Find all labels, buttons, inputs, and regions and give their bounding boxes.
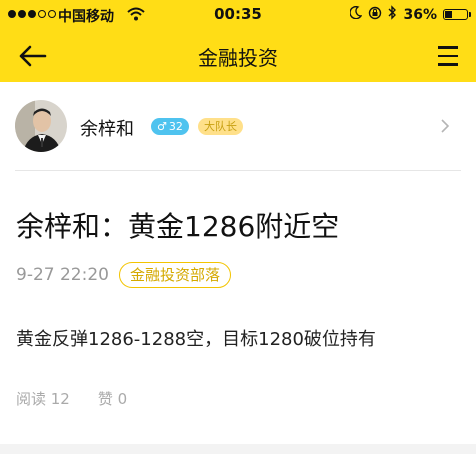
male-symbol-icon: ♂	[157, 120, 167, 133]
battery-percent: 36%	[403, 6, 437, 23]
rank-badge: 大队长	[198, 118, 243, 135]
read-count: 阅读 12	[16, 390, 70, 408]
menu-button[interactable]	[432, 40, 464, 72]
status-bar: 中国移动 00:35 36%	[0, 0, 476, 30]
lock-rotation-icon	[368, 6, 382, 24]
chevron-right-icon[interactable]	[440, 118, 450, 134]
avatar[interactable]	[15, 100, 67, 152]
post-title: 余梓和：黄金1286附近空	[16, 210, 340, 243]
battery-icon	[443, 9, 471, 20]
author-row[interactable]: 余梓和 ♂ 32 大队长	[0, 82, 476, 170]
post-body: 黄金反弹1286-1288空，目标1280破位持有	[16, 329, 376, 350]
age-text: 32	[168, 120, 183, 133]
hamburger-menu-icon	[438, 46, 458, 49]
section-separator	[0, 444, 476, 454]
status-right-group: 36%	[349, 5, 471, 24]
bluetooth-icon	[388, 5, 397, 24]
gender-age-badge: ♂ 32	[151, 118, 189, 135]
tribe-tag[interactable]: 金融投资部落	[118, 262, 231, 288]
hamburger-line	[438, 54, 458, 58]
nav-bar: 金融投资	[0, 30, 476, 82]
post-meta: 9-27 22:20 金融投资部落	[16, 262, 231, 288]
post-stats: 阅读 12 赞 0	[16, 388, 127, 409]
app-header: 中国移动 00:35 36% 金融投资	[0, 0, 476, 82]
battery-level-fill	[445, 11, 453, 18]
post-date: 9-27 22:20	[16, 265, 109, 285]
divider	[15, 170, 461, 171]
hamburger-line	[438, 63, 458, 66]
moon-icon	[349, 5, 363, 23]
page-title: 金融投资	[198, 46, 278, 70]
like-count[interactable]: 赞 0	[98, 388, 127, 409]
author-name[interactable]: 余梓和	[80, 115, 134, 141]
